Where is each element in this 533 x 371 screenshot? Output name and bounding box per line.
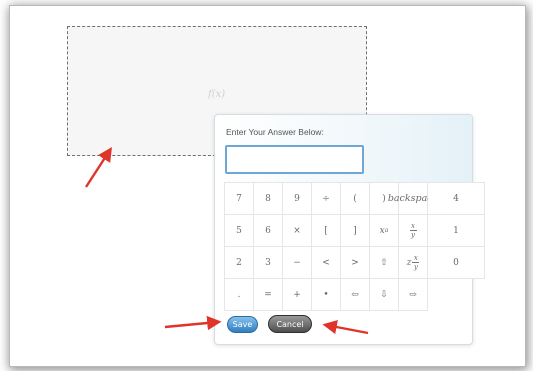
key-8[interactable]: 8 <box>254 183 283 215</box>
fraction-numerator: x <box>413 254 418 262</box>
fraction-numerator: x <box>411 222 415 230</box>
key-backspace[interactable]: backspace <box>388 183 438 215</box>
key-5[interactable]: 5 <box>225 215 254 247</box>
key-decimal[interactable]: . <box>225 279 254 311</box>
key-9[interactable]: 9 <box>283 183 312 215</box>
power-exponent: a <box>384 227 389 234</box>
key-6[interactable]: 6 <box>254 215 283 247</box>
key-arrow-up[interactable]: ⇧ <box>370 247 399 279</box>
answer-input[interactable] <box>225 145 364 174</box>
cancel-button[interactable]: Cancel <box>268 315 312 333</box>
fraction-glyph: xy <box>412 254 420 271</box>
key-open-paren[interactable]: ( <box>341 183 370 215</box>
function-label: f(x) <box>208 89 226 100</box>
key-arrow-down[interactable]: ⇩ <box>370 279 399 311</box>
key-2[interactable]: 2 <box>225 247 254 279</box>
math-keypad: 7 8 9 ÷() backspace 4 5 6 ×[] x a x y 1 2 3− < > ⇧ z x y 0. = + •… <box>224 182 485 311</box>
fraction-denominator: y <box>411 231 415 239</box>
key-arrow-left[interactable]: ⇦ <box>341 279 370 311</box>
key-close-bracket[interactable]: ] <box>341 215 370 247</box>
key-3[interactable]: 3 <box>254 247 283 279</box>
key-minus[interactable]: − <box>283 247 312 279</box>
key-greater-than[interactable]: > <box>341 247 370 279</box>
key-divide[interactable]: ÷ <box>312 183 341 215</box>
key-equals[interactable]: = <box>254 279 283 311</box>
key-0[interactable]: 0 <box>428 247 485 279</box>
answer-prompt: Enter Your Answer Below: <box>226 127 324 137</box>
key-1[interactable]: 1 <box>428 215 485 247</box>
key-times-dot[interactable]: • <box>312 279 341 311</box>
fraction-denominator: y <box>413 263 418 271</box>
key-less-than[interactable]: < <box>312 247 341 279</box>
key-7[interactable]: 7 <box>225 183 254 215</box>
key-arrow-right[interactable]: ⇨ <box>399 279 428 311</box>
key-power[interactable]: xa <box>370 215 399 247</box>
key-plus[interactable]: + <box>283 279 312 311</box>
save-button[interactable]: Save <box>227 316 258 333</box>
key-multiply[interactable]: × <box>283 215 312 247</box>
key-open-bracket[interactable]: [ <box>312 215 341 247</box>
key-4[interactable]: 4 <box>428 183 485 215</box>
key-mixed-fraction[interactable]: zxy <box>399 247 428 279</box>
fraction-glyph: xy <box>409 222 417 239</box>
key-fraction[interactable]: xy <box>399 215 428 247</box>
key-prefix: z <box>406 257 412 268</box>
equation-editor-panel: Enter Your Answer Below: 7 8 9 ÷() backspace… <box>214 114 485 345</box>
